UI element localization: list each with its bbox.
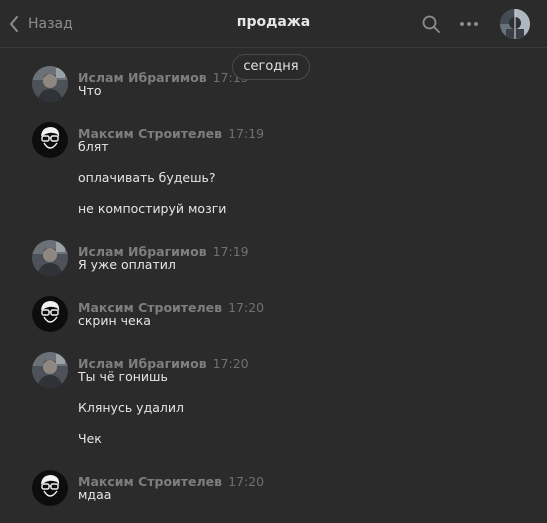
message-feed[interactable]: Ислам Ибрагимов 17:19 Что Максим Строителев…: [0, 49, 547, 523]
message-time: 17:20: [228, 474, 265, 489]
message-text: Я уже оплатил: [78, 257, 176, 272]
avatar[interactable]: [32, 240, 68, 276]
chat-window: Назад продажа сегодня Ислам Ибрагимов 17:…: [0, 0, 547, 523]
message-text: оплачивать будешь?: [78, 170, 216, 185]
message-text: Ты чё гонишь: [78, 369, 168, 384]
avatar[interactable]: [32, 470, 68, 506]
more-dots-icon[interactable]: [458, 14, 480, 34]
message-time: 17:19: [212, 244, 249, 259]
message-text: Что: [78, 83, 102, 98]
message-text: блят: [78, 139, 109, 154]
date-separator: сегодня: [232, 54, 310, 80]
message-time: 17:20: [212, 356, 249, 371]
message-text: мдаа: [78, 487, 112, 502]
message-text: Клянусь удалил: [78, 400, 184, 415]
avatar[interactable]: [32, 352, 68, 388]
message-text: скрин чека: [78, 313, 151, 328]
message-time: 17:19: [228, 126, 265, 141]
chat-header: Назад продажа: [0, 0, 547, 48]
avatar[interactable]: [32, 122, 68, 158]
search-icon[interactable]: [421, 14, 441, 34]
avatar[interactable]: [32, 296, 68, 332]
message-time: 17:20: [228, 300, 265, 315]
message-header: Ислам Ибрагимов 17:19: [78, 67, 249, 85]
avatar[interactable]: [32, 66, 68, 102]
chat-avatar[interactable]: [500, 9, 530, 39]
message-text: Чек: [78, 431, 102, 446]
message-text: не компостируй мозги: [78, 201, 227, 216]
